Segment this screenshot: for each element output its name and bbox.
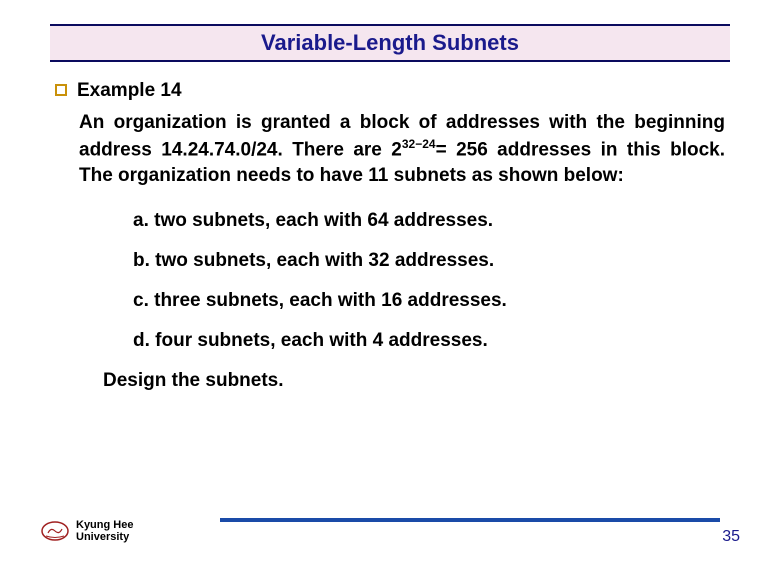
university-name: Kyung Hee University [76, 519, 133, 544]
subnet-list: a. two subnets, each with 64 addresses. … [133, 210, 725, 352]
university-block: Kyung Hee University [40, 519, 133, 544]
university-line2: University [76, 531, 133, 544]
list-item: c. three subnets, each with 16 addresses… [133, 290, 725, 312]
slide-title: Variable-Length Subnets [261, 30, 519, 55]
title-bar: Variable-Length Subnets [50, 24, 730, 62]
list-item: d. four subnets, each with 4 addresses. [133, 330, 725, 352]
bullet-icon [55, 84, 67, 96]
list-item: a. two subnets, each with 64 addresses. [133, 210, 725, 232]
content-area: Example 14 An organization is granted a … [0, 62, 780, 392]
list-item: b. two subnets, each with 32 addresses. [133, 250, 725, 272]
footer-divider [220, 518, 720, 522]
page-number: 35 [722, 528, 740, 546]
example-label: Example 14 [77, 80, 182, 102]
university-line1: Kyung Hee [76, 519, 133, 532]
design-instruction: Design the subnets. [103, 370, 725, 392]
example-heading: Example 14 [55, 80, 725, 102]
body-paragraph: An organization is granted a block of ad… [79, 110, 725, 188]
body-exponent: 32−24 [402, 137, 436, 151]
